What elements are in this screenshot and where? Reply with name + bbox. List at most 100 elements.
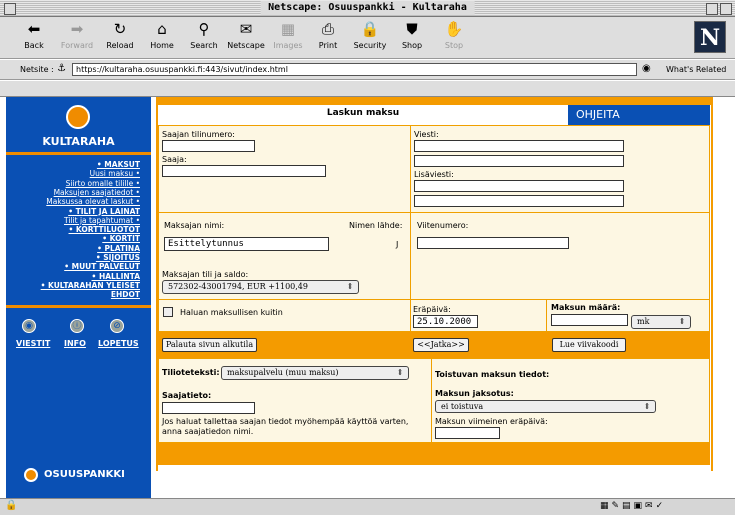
due-date-input[interactable]: 25.10.2000 xyxy=(413,315,478,328)
toolbar-button-label: Search xyxy=(190,41,218,50)
sidebar-nav-link[interactable]: • MAKSUT xyxy=(97,160,140,169)
account-balance-value: 572302-43001794, EUR +1100,49 xyxy=(168,282,308,291)
search-button[interactable]: ⚲ Search xyxy=(182,19,226,50)
last-due-date-label: Maksun viimeinen eräpäivä: xyxy=(435,417,548,426)
netscape-button[interactable]: ✉ Netscape xyxy=(224,19,268,50)
sidebar-nav-link[interactable]: Maksujen saajatiedot • xyxy=(54,188,140,197)
sidebar-nav-link[interactable]: • KORTTILUOTOT xyxy=(69,225,140,234)
right-edge-bar xyxy=(711,97,713,471)
toolbar-button-label: Security xyxy=(353,41,387,50)
payer-name-input[interactable]: Esittelytunnus xyxy=(164,237,329,251)
recurring-title: Toistuvan maksun tiedot: xyxy=(435,370,550,379)
toolbar-button-label: Home xyxy=(150,41,174,50)
help-link[interactable]: OHJEITA xyxy=(568,105,710,125)
name-source-label: Nimen lähde: xyxy=(349,221,403,230)
top-bar xyxy=(156,97,713,105)
print-button[interactable]: ⎙ Print xyxy=(306,19,350,50)
sidebar-nav-link[interactable]: • PLATINA xyxy=(97,244,140,253)
close-box-icon[interactable] xyxy=(4,3,16,15)
netscape-logo: N xyxy=(694,21,726,53)
reload-button[interactable]: ↻ Reload xyxy=(98,19,142,50)
statement-text-select[interactable]: maksupalvelu (muu maksu) ⇕ xyxy=(221,366,409,380)
sidebar-link-viestit[interactable]: VIESTIT xyxy=(16,339,50,348)
name-source-value: J xyxy=(396,240,399,249)
back-button[interactable]: ⬅ Back xyxy=(12,19,56,50)
page-proxy-icon[interactable]: ⚓ xyxy=(57,63,66,74)
select-arrows-icon: ⇕ xyxy=(643,402,651,411)
recipient-account-input[interactable] xyxy=(162,140,255,152)
images-icon: ▦ xyxy=(280,20,296,38)
url-input[interactable]: https://kultaraha.osuuspankki.fi:443/siv… xyxy=(72,63,637,76)
recurrence-value: ei toistuva xyxy=(441,402,484,411)
search-icon: ⚲ xyxy=(198,20,210,38)
recipient-account-label: Saajan tilinumero: xyxy=(162,130,235,139)
additional-message-label: Lisäviesti: xyxy=(414,170,454,179)
select-arrows-icon: ⇕ xyxy=(346,282,354,291)
recipient-label: Saaja: xyxy=(162,155,187,164)
recipient-info-label: Saajatieto: xyxy=(162,391,212,400)
sidebar-nav-link[interactable]: • TILIT JA LAINAT xyxy=(68,207,140,216)
collapse-box-icon[interactable] xyxy=(720,3,732,15)
netscape-icon: ✉ xyxy=(239,20,253,38)
message-input-1[interactable] xyxy=(414,140,624,152)
home-button[interactable]: ⌂ Home xyxy=(140,19,184,50)
last-due-date-input[interactable] xyxy=(435,427,500,439)
sidebar-nav-link[interactable]: • SIJOITUS xyxy=(96,253,140,262)
window-title: Netscape: Osuuspankki - Kultaraha xyxy=(260,1,475,15)
receipt-label: Haluan maksullisen kuitin xyxy=(180,308,283,317)
location-bar: Netsite : ⚓ https://kultaraha.osuuspankk… xyxy=(0,60,735,80)
statement-text-label: Tilioteteksti: xyxy=(162,368,220,377)
brand-name: KULTARAHA xyxy=(42,135,115,148)
toolbar-button-label: Images xyxy=(273,41,303,50)
lock-icon: 🔒 xyxy=(360,20,380,38)
recurrence-label: Maksun jaksotus: xyxy=(435,389,514,398)
sidebar-nav-link[interactable]: • MUUT PALVELUT xyxy=(64,262,140,271)
sidebar-nav-link[interactable]: EHDOT xyxy=(111,290,140,299)
currency-select[interactable]: mk ⇕ xyxy=(631,315,691,329)
related-icon[interactable]: ◉ xyxy=(642,63,651,74)
stop-button[interactable]: ✋ Stop xyxy=(432,19,476,50)
receipt-checkbox[interactable] xyxy=(163,307,173,317)
personal-toolbar xyxy=(0,81,735,97)
recipient-info-input[interactable] xyxy=(162,402,255,414)
sidebar-nav-link[interactable]: Tilit ja tapahtumat • xyxy=(64,216,140,225)
reset-button[interactable]: Palauta sivun alkutila xyxy=(162,338,257,352)
message-input-2[interactable] xyxy=(414,155,624,167)
bank-name: OSUUSPANKKI xyxy=(44,469,125,480)
amount-label: Maksun määrä: xyxy=(551,303,621,312)
shop-button[interactable]: ⛊ Shop xyxy=(390,19,434,50)
sidebar-nav-link[interactable]: Siirto omalle tilille • xyxy=(66,179,140,188)
zoom-box-icon[interactable] xyxy=(706,3,718,15)
toolbar-button-label: Netscape xyxy=(227,41,265,50)
info-icon[interactable]: ⓘ xyxy=(70,319,84,333)
messages-icon[interactable]: ◉ xyxy=(22,319,36,333)
logout-icon[interactable]: ⊘ xyxy=(110,319,124,333)
sidebar-link-info[interactable]: INFO xyxy=(64,339,86,348)
additional-message-input-2[interactable] xyxy=(414,195,624,207)
account-balance-select[interactable]: 572302-43001794, EUR +1100,49 ⇕ xyxy=(162,280,359,294)
images-button[interactable]: ▦ Images xyxy=(266,19,310,50)
sidebar-nav-link[interactable]: • KULTARAHAN YLEISET xyxy=(41,281,140,290)
recipient-input[interactable] xyxy=(162,165,326,177)
component-bar-icon[interactable]: ▦✎▤▣✉✓ xyxy=(600,501,666,511)
continue-button[interactable]: <<Jatka>> xyxy=(413,338,469,352)
sidebar-link-lopetus[interactable]: LOPETUS xyxy=(98,339,139,348)
read-barcode-button[interactable]: Lue viivakoodi xyxy=(552,338,626,352)
home-icon: ⌂ xyxy=(157,20,167,38)
whats-related-button[interactable]: What's Related xyxy=(666,65,726,74)
sidebar-nav-link[interactable]: • KORTIT xyxy=(102,234,140,243)
due-date-label: Eräpäivä: xyxy=(413,305,451,314)
forward-arrow-icon: ➡ xyxy=(70,20,84,38)
sidebar-nav-link[interactable]: Maksussa olevat laskut • xyxy=(46,197,140,206)
additional-message-input-1[interactable] xyxy=(414,180,624,192)
amount-input[interactable] xyxy=(551,314,628,326)
select-arrows-icon: ⇕ xyxy=(678,317,686,326)
kultaraha-logo-icon xyxy=(66,105,90,129)
security-button[interactable]: 🔒 Security xyxy=(348,19,392,50)
reference-input[interactable] xyxy=(417,237,569,249)
forward-button[interactable]: ➡ Forward xyxy=(55,19,99,50)
sidebar-nav-link[interactable]: • HALLINTA xyxy=(92,272,140,281)
security-lock-icon[interactable]: 🔒 xyxy=(5,500,17,511)
recurrence-select[interactable]: ei toistuva ⇕ xyxy=(435,400,656,413)
sidebar-nav-link[interactable]: Uusi maksu • xyxy=(90,169,140,178)
